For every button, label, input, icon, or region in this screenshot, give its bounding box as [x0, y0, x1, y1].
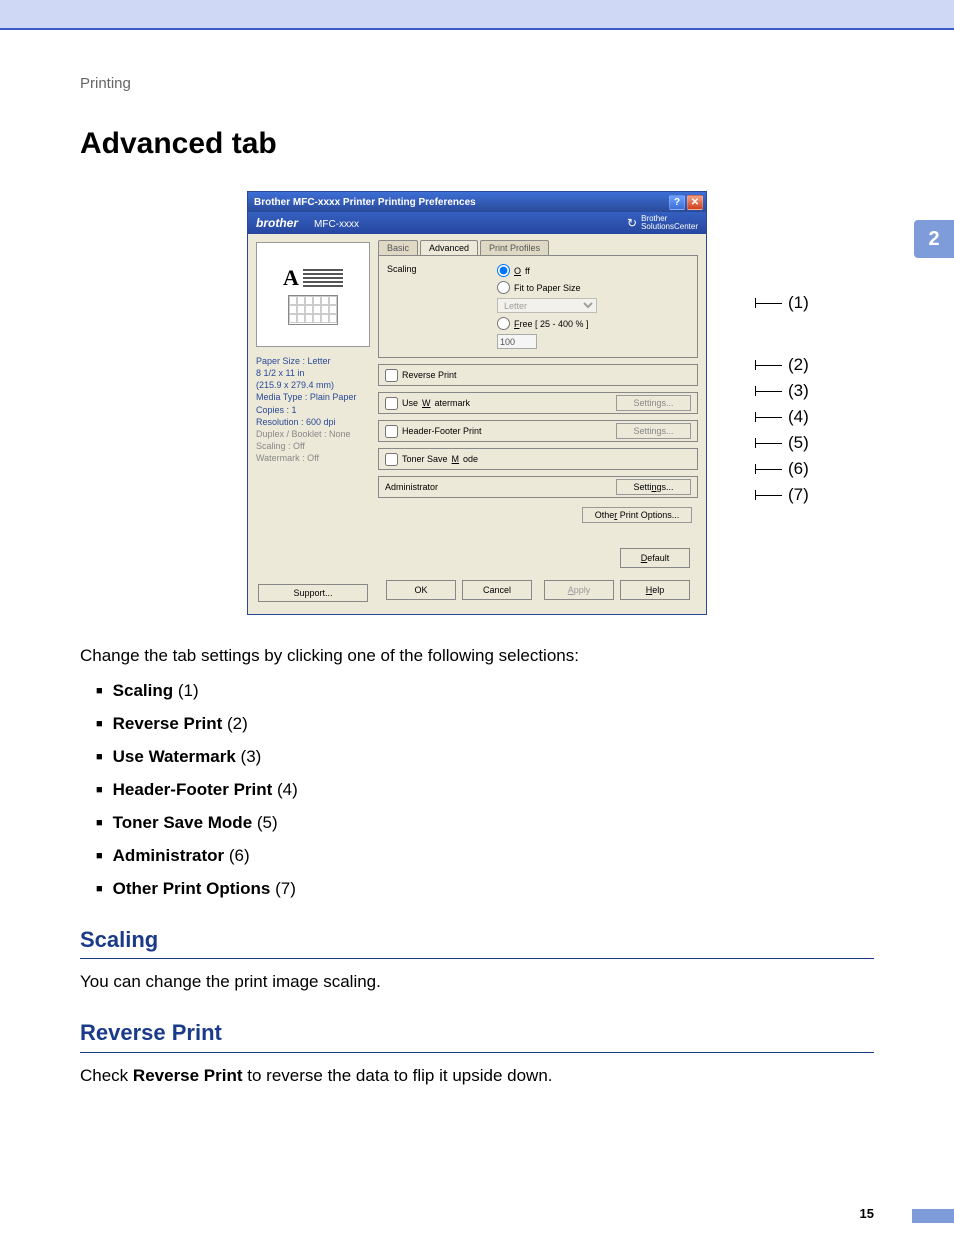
scaling-heading: Scaling [80, 925, 874, 960]
callout-4: (4) [788, 407, 809, 427]
fit-size-select[interactable]: Letter [497, 298, 597, 313]
printing-preferences-dialog: Brother MFC-xxxx Printer Printing Prefer… [247, 191, 707, 615]
tabs: Basic Advanced Print Profiles [378, 240, 698, 255]
solutions-center-link[interactable]: Brother SolutionsCenter [627, 215, 698, 231]
scaling-label: Scaling [387, 264, 497, 349]
header-footer-settings-button[interactable]: Settings... [616, 423, 691, 439]
breadcrumb: Printing [80, 75, 874, 92]
administrator-label: Administrator [385, 482, 438, 492]
reverse-print-checkbox[interactable]: Reverse Print [385, 369, 457, 382]
chapter-marker: 2 [914, 220, 954, 258]
tab-advanced[interactable]: Advanced [420, 240, 478, 255]
close-icon[interactable]: ✕ [687, 195, 703, 210]
scaling-off-radio[interactable]: OOffff [497, 264, 597, 277]
page-number: 15 [860, 1206, 874, 1221]
dialog-buttons: OK Cancel Apply Help [378, 574, 698, 606]
use-watermark-row: Use Watermark Settings... [378, 392, 698, 414]
callout-6: (6) [788, 459, 809, 479]
intro-text: Change the tab settings by clicking one … [80, 645, 874, 668]
free-percent-input[interactable] [497, 334, 537, 349]
other-options-row: Other Print Options... [378, 504, 698, 526]
brother-logo: brother [256, 216, 298, 230]
top-accent-bar [0, 0, 954, 30]
preview-pane: A Paper Size : Letter 8 1/2 x 11 in (215… [248, 234, 378, 614]
header-footer-row: Header-Footer Print Settings... [378, 420, 698, 442]
tab-basic[interactable]: Basic [378, 240, 418, 255]
callout-7: (7) [788, 485, 809, 505]
use-watermark-checkbox[interactable]: Use Watermark [385, 397, 470, 410]
watermark-settings-button[interactable]: Settings... [616, 395, 691, 411]
administrator-settings-button[interactable]: Settings... [616, 479, 691, 495]
reverse-print-heading: Reverse Print [80, 1018, 874, 1053]
page-number-accent [912, 1209, 954, 1223]
callout-2: (2) [788, 355, 809, 375]
scaling-fit-radio[interactable]: Fit to Paper Size [497, 281, 597, 294]
help-button[interactable]: Help [620, 580, 690, 600]
header-footer-checkbox[interactable]: Header-Footer Print [385, 425, 482, 438]
default-button[interactable]: Default [620, 548, 690, 568]
apply-button[interactable]: Apply [544, 580, 614, 600]
scaling-paragraph: You can change the print image scaling. [80, 971, 874, 994]
settings-list: Scaling (1) Reverse Print (2) Use Waterm… [96, 680, 874, 901]
preview-info: Paper Size : Letter 8 1/2 x 11 in (215.9… [256, 355, 370, 464]
brand-bar: brother MFC-xxxx Brother SolutionsCenter [248, 212, 706, 234]
help-icon[interactable]: ? [669, 195, 685, 210]
callout-1: (1) [788, 293, 809, 313]
toner-save-row: Toner Save Mode [378, 448, 698, 470]
callout-3: (3) [788, 381, 809, 401]
page-title: Advanced tab [80, 127, 874, 161]
scaling-free-radio[interactable]: Free [ 25 - 400 % ] [497, 317, 597, 330]
dialog-titlebar: Brother MFC-xxxx Printer Printing Prefer… [248, 192, 706, 212]
other-print-options-button[interactable]: Other Print Options... [582, 507, 692, 523]
tab-print-profiles[interactable]: Print Profiles [480, 240, 549, 255]
support-button[interactable]: Support... [258, 584, 368, 602]
ok-button[interactable]: OK [386, 580, 456, 600]
administrator-row: Administrator Settings... [378, 476, 698, 498]
cancel-button[interactable]: Cancel [462, 580, 532, 600]
callout-5: (5) [788, 433, 809, 453]
reverse-print-row: Reverse Print [378, 364, 698, 386]
reverse-print-paragraph: Check Reverse Print to reverse the data … [80, 1065, 874, 1088]
toner-save-checkbox[interactable]: Toner Save Mode [385, 453, 478, 466]
model-label: MFC-xxxx [314, 219, 359, 230]
advanced-panel: Scaling OOffff Fit to Paper Size Letter … [378, 255, 698, 358]
dialog-title: Brother MFC-xxxx Printer Printing Prefer… [254, 197, 476, 208]
page-preview: A [256, 242, 370, 347]
